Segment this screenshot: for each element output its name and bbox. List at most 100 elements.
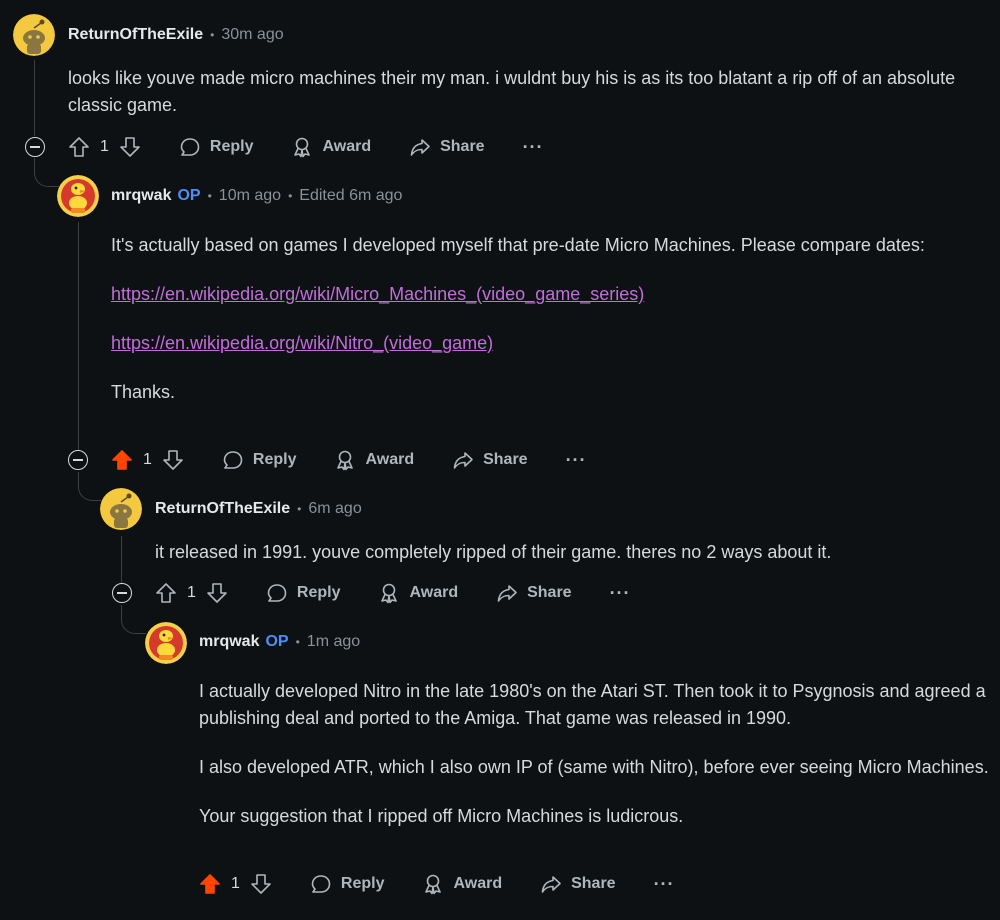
downvote-icon[interactable]: [250, 873, 272, 895]
reply-label: Reply: [340, 875, 385, 892]
share-button[interactable]: Share: [452, 449, 528, 471]
collapse-icon: [30, 146, 40, 148]
award-label: Award: [409, 584, 459, 601]
thread-line: [78, 222, 79, 450]
username[interactable]: ReturnOfTheExile: [155, 500, 290, 518]
avatar[interactable]: [13, 14, 55, 56]
share-button[interactable]: Share: [496, 582, 572, 604]
reply-icon: [311, 875, 331, 893]
award-icon: [425, 874, 442, 895]
comment-paragraph: https://en.wikipedia.org/wiki/Micro_Mach…: [111, 281, 981, 308]
reply-icon: [267, 584, 287, 602]
share-icon: [453, 452, 473, 469]
collapse-icon: [73, 459, 83, 461]
comment-meta: ReturnOfTheExile • 6m ago: [155, 499, 362, 519]
comment-paragraph: Your suggestion that I ripped off Micro …: [199, 806, 684, 826]
op-badge: OP: [265, 633, 289, 650]
comment-meta: mrqwak OP • 1m ago: [199, 632, 360, 652]
collapse-button[interactable]: [68, 450, 88, 470]
comment-paragraph: It's actually based on games I developed…: [111, 235, 925, 255]
vote-group: 1: [199, 873, 272, 895]
reply-button[interactable]: Reply: [266, 582, 341, 604]
share-label: Share: [571, 875, 616, 892]
timestamp[interactable]: 6m ago: [308, 500, 361, 518]
separator: •: [210, 28, 215, 42]
separator: •: [207, 189, 212, 203]
comment-body: I actually developed Nitro in the late 1…: [199, 678, 994, 852]
vote-group: 1: [68, 136, 141, 158]
comment-body: It's actually based on games I developed…: [111, 232, 981, 428]
comment-body: looks like youve made micro machines the…: [68, 65, 978, 141]
upvote-icon[interactable]: [68, 136, 90, 158]
collapse-button[interactable]: [25, 137, 45, 157]
avatar[interactable]: [145, 622, 187, 664]
share-button[interactable]: Share: [409, 136, 485, 158]
share-label: Share: [483, 451, 528, 468]
thread-line: [34, 60, 35, 136]
comment-paragraph: I also developed ATR, which I also own I…: [199, 757, 989, 777]
share-icon: [497, 585, 517, 602]
award-icon: [294, 137, 311, 158]
more-icon[interactable]: ···: [654, 874, 675, 895]
reply-label: Reply: [296, 584, 341, 601]
upvote-icon[interactable]: [199, 873, 221, 895]
award-button[interactable]: Award: [291, 136, 371, 158]
vote-count: 1: [187, 584, 196, 601]
share-button[interactable]: Share: [540, 873, 616, 895]
vote-group: 1: [111, 449, 184, 471]
upvote-icon[interactable]: [111, 449, 133, 471]
thread-connector: [34, 158, 59, 187]
award-label: Award: [453, 875, 503, 892]
username[interactable]: mrqwak: [111, 187, 171, 205]
wiki-link[interactable]: https://en.wikipedia.org/wiki/Micro_Mach…: [111, 284, 644, 304]
separator: •: [297, 502, 302, 516]
reply-icon: [180, 138, 200, 156]
comment-actions: 1 Reply Award Share ···: [155, 578, 631, 608]
op-badge: OP: [177, 187, 201, 204]
vote-group: 1: [155, 582, 228, 604]
more-icon[interactable]: ···: [566, 450, 587, 471]
thread-line: [121, 536, 122, 583]
reply-icon: [223, 451, 243, 469]
comment-paragraph: looks like youve made micro machines the…: [68, 68, 956, 115]
vote-count: 1: [143, 451, 152, 468]
reply-button[interactable]: Reply: [310, 873, 385, 895]
reply-label: Reply: [252, 451, 297, 468]
separator: •: [288, 189, 293, 203]
comment-meta: mrqwak OP • 10m ago • Edited 6m ago: [111, 186, 402, 206]
reply-label: Reply: [209, 138, 254, 155]
avatar[interactable]: [100, 488, 142, 530]
downvote-icon[interactable]: [162, 449, 184, 471]
more-icon[interactable]: ···: [610, 583, 631, 604]
reply-button[interactable]: Reply: [179, 136, 254, 158]
downvote-icon[interactable]: [119, 136, 141, 158]
award-icon: [337, 450, 354, 471]
edited-label: Edited 6m ago: [299, 187, 403, 204]
share-icon: [541, 876, 561, 893]
more-icon[interactable]: ···: [523, 137, 544, 158]
upvote-icon[interactable]: [155, 582, 177, 604]
comment-actions: 1 Reply Award Share ···: [199, 869, 675, 899]
avatar[interactable]: [57, 175, 99, 217]
downvote-icon[interactable]: [206, 582, 228, 604]
share-label: Share: [440, 138, 485, 155]
timestamp[interactable]: 10m ago: [219, 187, 281, 205]
timestamp[interactable]: 30m ago: [221, 26, 283, 44]
snoo-avatar-icon: [13, 14, 55, 56]
comment-actions: 1 Reply Award Share ···: [68, 132, 544, 162]
username[interactable]: mrqwak: [199, 633, 259, 651]
username[interactable]: ReturnOfTheExile: [68, 26, 203, 44]
reply-button[interactable]: Reply: [222, 449, 297, 471]
thread-connector: [78, 472, 101, 501]
award-button[interactable]: Award: [422, 873, 502, 895]
wiki-link[interactable]: https://en.wikipedia.org/wiki/Nitro_(vid…: [111, 333, 493, 353]
comment-paragraph: I actually developed Nitro in the late 1…: [199, 681, 986, 728]
share-label: Share: [527, 584, 572, 601]
award-button[interactable]: Award: [378, 582, 458, 604]
award-button[interactable]: Award: [334, 449, 414, 471]
snoo-avatar-icon: [100, 488, 142, 530]
collapse-button[interactable]: [112, 583, 132, 603]
comment-paragraph: Thanks.: [111, 382, 176, 402]
timestamp[interactable]: 1m ago: [307, 633, 360, 651]
comment-paragraph: it released in 1991. youve completely ri…: [155, 542, 832, 562]
